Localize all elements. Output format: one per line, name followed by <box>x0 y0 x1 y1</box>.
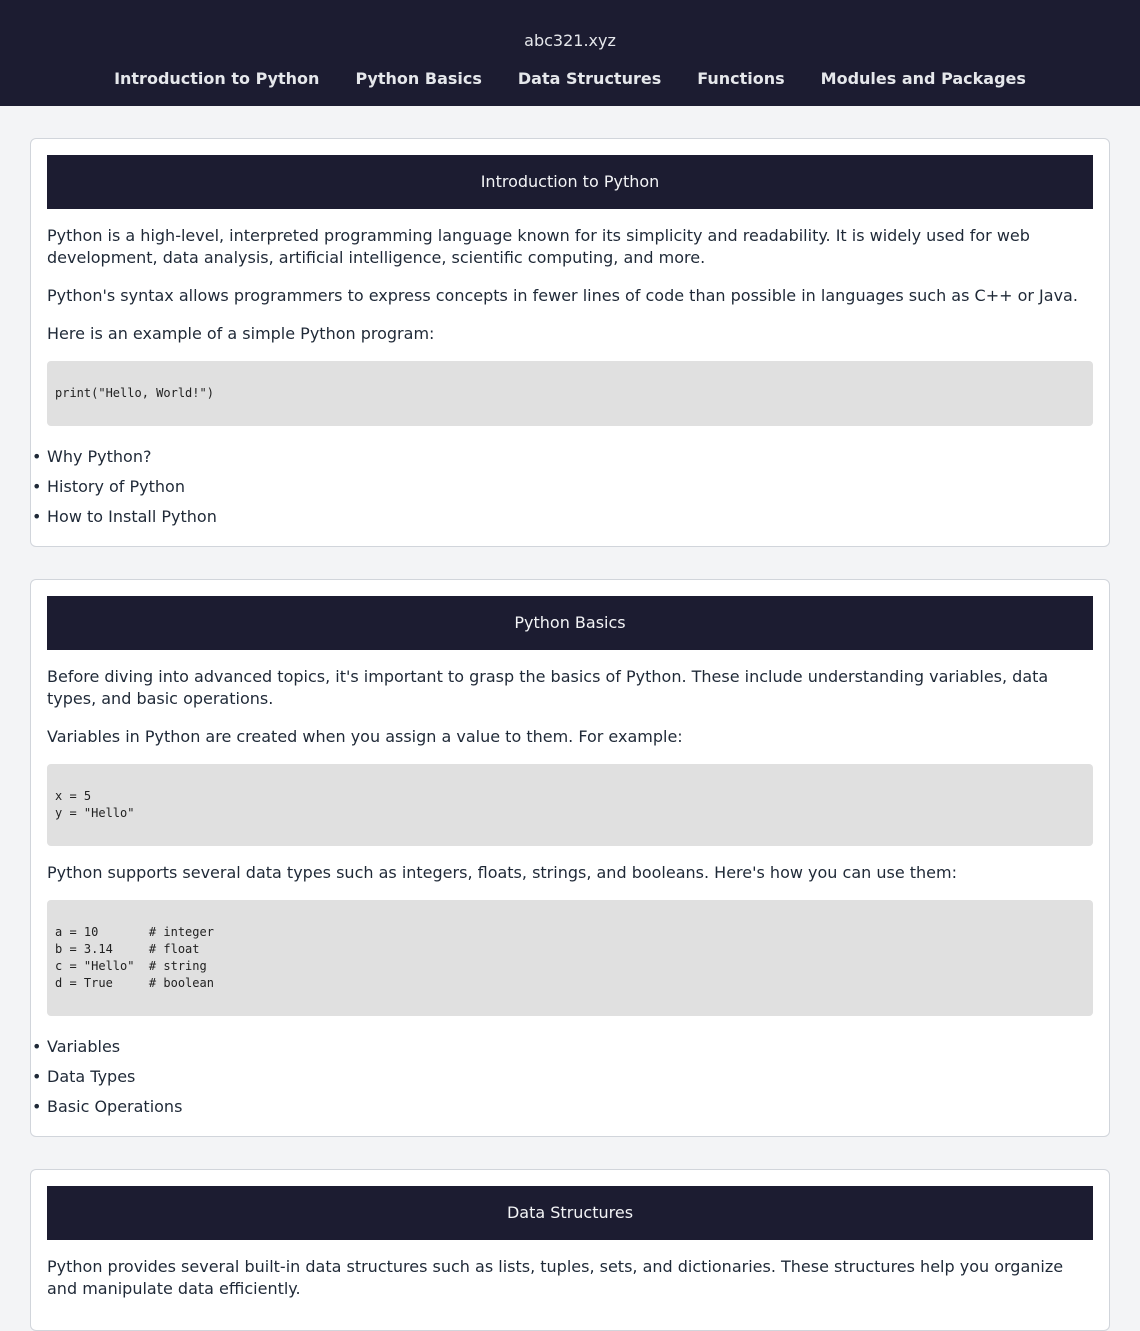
code-block: print("Hello, World!") <box>47 361 1093 426</box>
subtopic-link-how-to-install-python[interactable]: How to Install Python <box>32 502 1093 532</box>
site-title: abc321.xyz <box>524 31 616 50</box>
section-paragraph: Python is a high-level, interpreted prog… <box>47 226 1030 267</box>
nav-link-functions[interactable]: Functions <box>697 68 784 90</box>
subtopic-list: Variables Data Types Basic Operations <box>32 1032 1093 1122</box>
section-paragraph: Here is an example of a simple Python pr… <box>47 324 435 343</box>
subtopic-list: Why Python? History of Python How to Ins… <box>32 442 1093 532</box>
nav-link-modules-and-packages[interactable]: Modules and Packages <box>821 68 1026 90</box>
section-data-structures: Data Structures Python provides several … <box>30 1169 1110 1331</box>
subtopic-link-data-types[interactable]: Data Types <box>32 1062 1093 1092</box>
nav-link-python-basics[interactable]: Python Basics <box>355 68 481 90</box>
nav-link-data-structures[interactable]: Data Structures <box>518 68 661 90</box>
section-title: Data Structures <box>47 1186 1093 1240</box>
subtopic-link-variables[interactable]: Variables <box>32 1032 1093 1062</box>
code-block: x = 5 y = "Hello" <box>47 764 1093 846</box>
section-introduction-to-python: Introduction to Python Python is a high-… <box>30 138 1110 547</box>
section-paragraph: Python provides several built-in data st… <box>47 1257 1064 1298</box>
site-header: abc321.xyz Introduction to Python Python… <box>0 0 1140 106</box>
section-title: Introduction to Python <box>47 155 1093 209</box>
section-paragraph: Before diving into advanced topics, it's… <box>47 667 1049 708</box>
subtopic-link-history-of-python[interactable]: History of Python <box>32 472 1093 502</box>
main-content: Introduction to Python Python is a high-… <box>0 106 1140 1331</box>
nav-link-introduction-to-python[interactable]: Introduction to Python <box>114 68 319 90</box>
section-title: Python Basics <box>47 596 1093 650</box>
main-nav: Introduction to Python Python Basics Dat… <box>0 68 1140 90</box>
section-python-basics: Python Basics Before diving into advance… <box>30 579 1110 1137</box>
section-paragraph: Python supports several data types such … <box>47 863 957 882</box>
code-block: a = 10 # integer b = 3.14 # float c = "H… <box>47 900 1093 1016</box>
section-paragraph: Python's syntax allows programmers to ex… <box>47 286 1078 305</box>
section-paragraph: Variables in Python are created when you… <box>47 727 683 746</box>
subtopic-link-basic-operations[interactable]: Basic Operations <box>32 1092 1093 1122</box>
subtopic-link-why-python[interactable]: Why Python? <box>32 442 1093 472</box>
